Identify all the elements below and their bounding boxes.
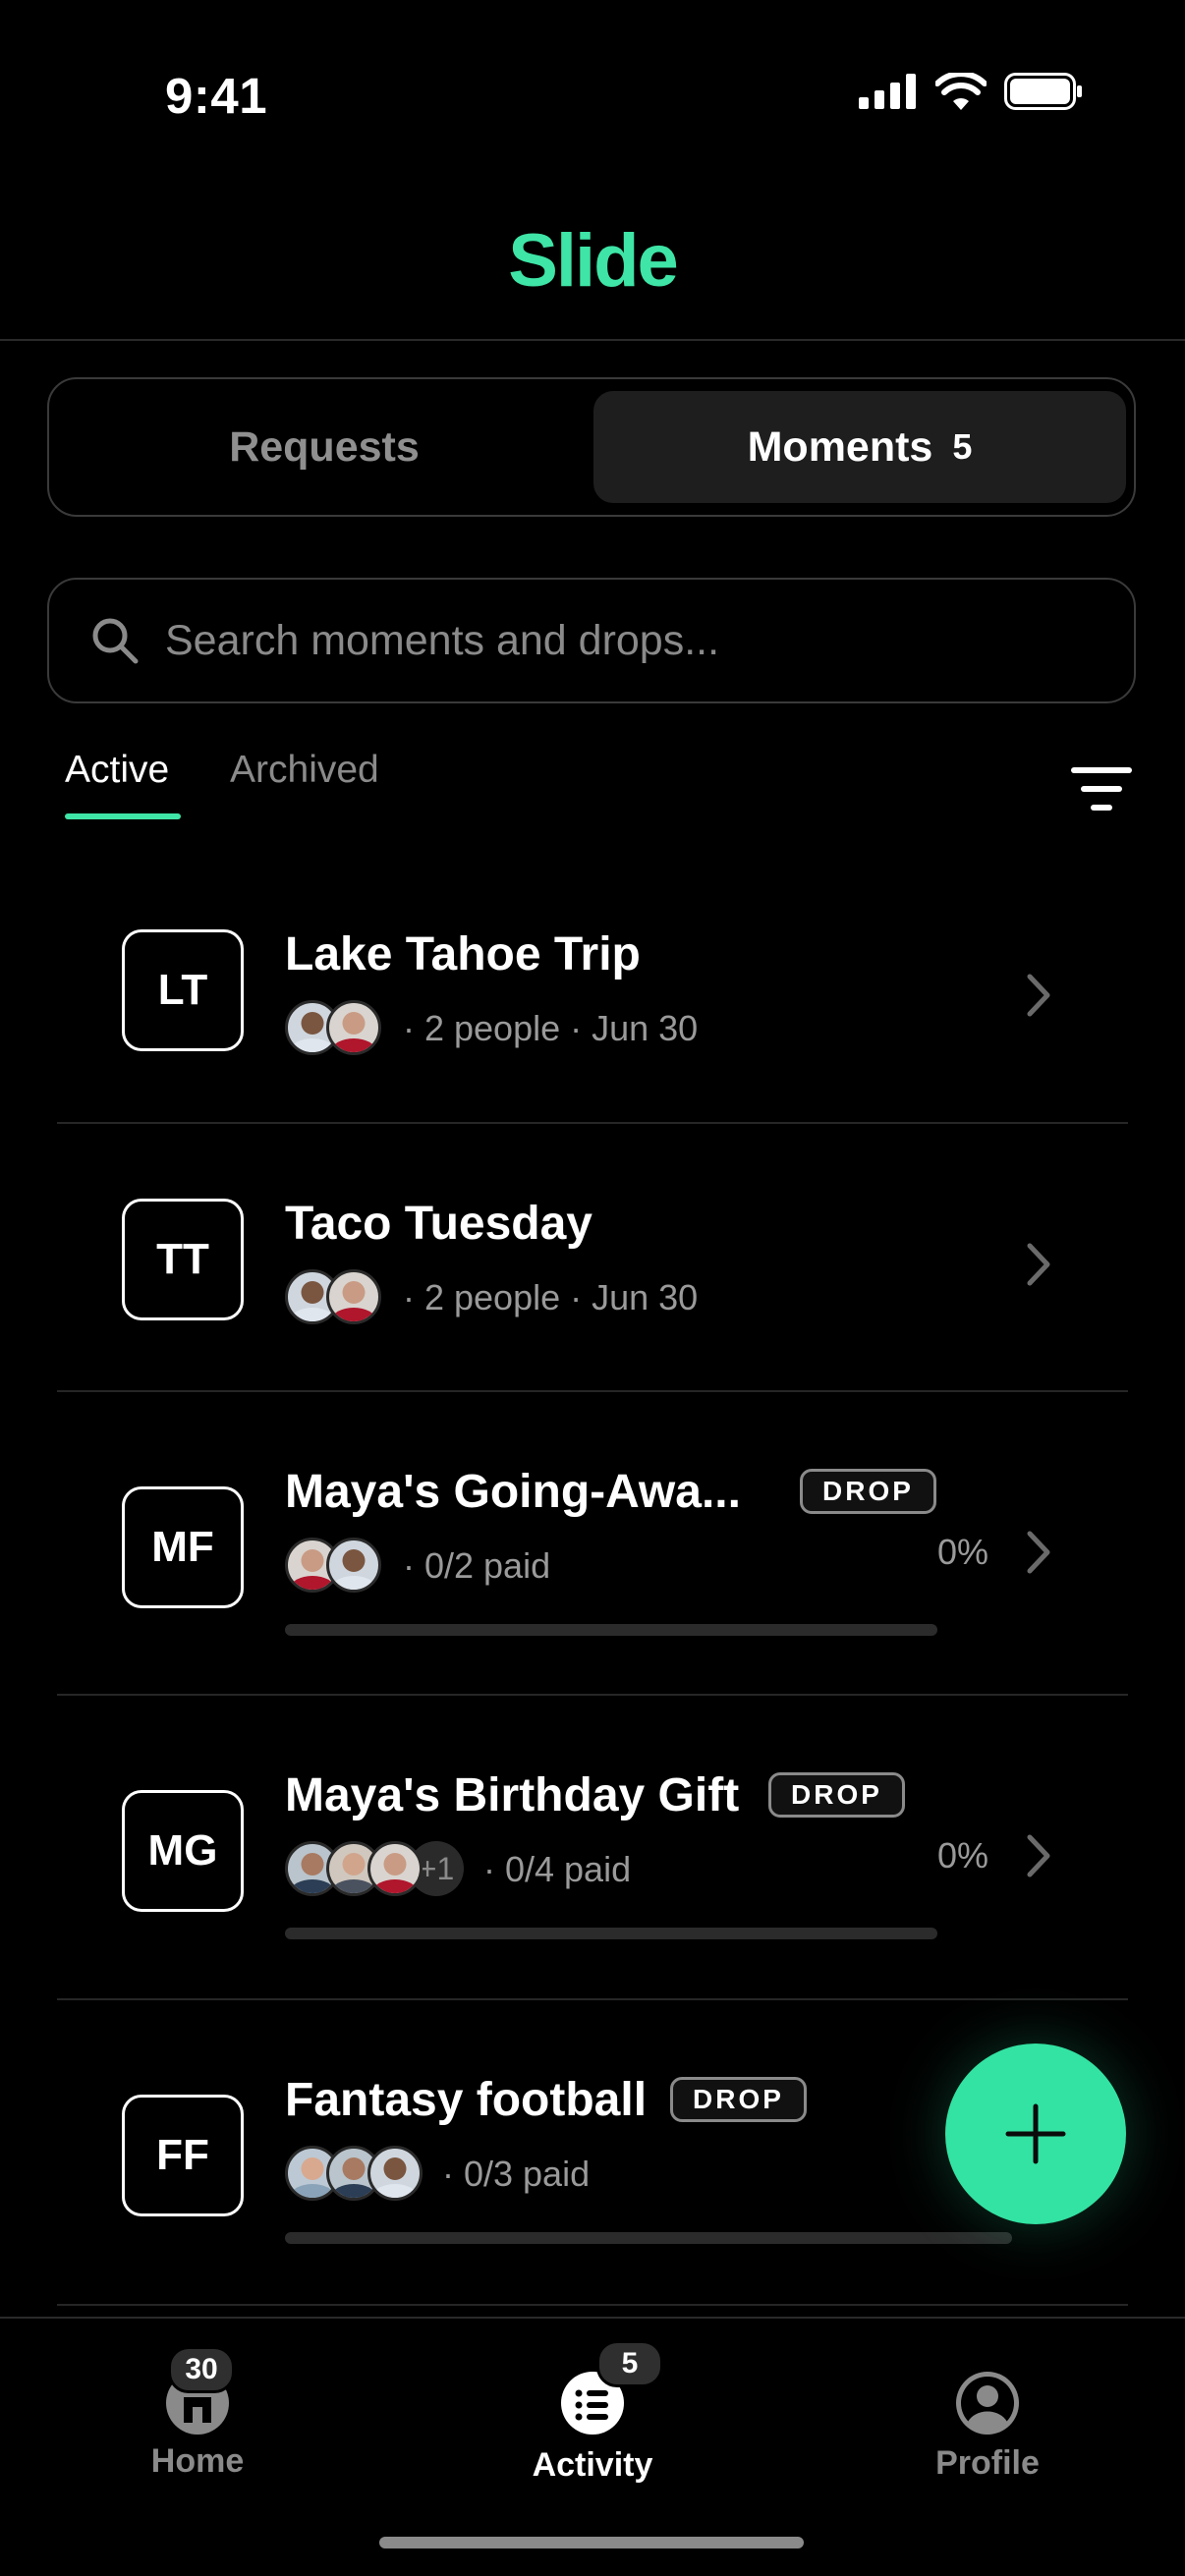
status-icons [859,73,1083,110]
moment-title: Taco Tuesday [285,1198,592,1250]
tab-profile[interactable]: Profile [870,2346,1105,2484]
moment-title: Lake Tahoe Trip [285,928,641,980]
participant-avatar [326,1269,381,1324]
filter-tab-active[interactable]: Active [65,749,169,792]
chevron-right-icon [1027,974,1050,1017]
wifi-icon [935,73,987,110]
participant-avatars [285,1538,381,1593]
participant-avatars [285,1000,381,1055]
moment-title: Fantasy football [285,2074,648,2126]
progress-percent: 0% [937,1835,989,1876]
tab-home-label: Home [150,2442,245,2480]
filter-tab-archived[interactable]: Archived [230,749,379,792]
status-time: 9:41 [165,68,268,124]
plus-icon [1005,2103,1066,2164]
tab-moments-label: Moments [747,422,933,471]
tab-activity[interactable]: 5 Activity [475,2340,710,2484]
moment-initials: MF [151,1523,214,1571]
moment-row-maya-birthday-gift[interactable]: MG Maya's Birthday Gift DROP +1 · 0/4 pa… [57,1696,1128,1998]
segmented-control: Requests Moments 5 [47,377,1136,517]
home-badge: 30 [168,2346,235,2393]
drop-badge: DROP [670,2077,807,2122]
row-divider [57,2304,1128,2306]
moment-meta: · 2 people · Jun 30 [403,1008,699,1048]
profile-icon [956,2372,1019,2435]
header-divider [0,339,1185,341]
moment-initials-avatar: LT [122,929,244,1051]
participant-avatar [326,1538,381,1593]
moment-row-taco-tuesday[interactable]: TT Taco Tuesday · 2 people · Jun 30 [57,1124,1128,1389]
participant-avatar [367,2146,423,2201]
search-input[interactable] [163,615,1134,666]
moment-meta: · 0/4 paid [483,1849,632,1889]
tab-profile-label: Profile [935,2444,1040,2482]
home-indicator [379,2537,804,2548]
create-moment-button[interactable] [945,2044,1126,2224]
tab-moments[interactable]: Moments 5 [593,391,1126,503]
moment-initials: FF [156,2131,209,2179]
active-tab-indicator [65,813,181,819]
drop-badge: DROP [768,1772,905,1818]
progress-bar [285,1624,937,1636]
moment-initials: TT [156,1235,209,1283]
progress-percent: 0% [937,1532,989,1572]
search-icon [92,618,139,664]
search-bar [47,578,1136,703]
progress-bar [285,2232,1012,2244]
moment-initials-avatar: FF [122,2095,244,2216]
participant-avatar [367,1841,423,1896]
participant-avatars [285,2146,423,2201]
chevron-right-icon [1027,1243,1050,1286]
cellular-signal-icon [859,74,916,109]
chevron-right-icon [1027,1531,1050,1574]
participant-avatar [326,1000,381,1055]
tab-requests[interactable]: Requests [49,379,599,515]
moment-meta: · 2 people · Jun 30 [403,1277,699,1317]
moment-meta: · 0/2 paid [403,1545,551,1586]
moment-row-lake-tahoe[interactable]: LT Lake Tahoe Trip · 2 people · Jun 30 [57,865,1128,1120]
moment-meta: · 0/3 paid [442,2154,591,2194]
moment-initials: MG [147,1826,218,1875]
app-logo: Slide [508,219,679,303]
participant-avatars [285,1269,381,1324]
moment-initials: LT [157,966,208,1014]
moment-title: Maya's Birthday Gift [285,1769,740,1821]
tab-requests-label: Requests [229,422,420,471]
moment-initials-avatar: TT [122,1199,244,1320]
tab-activity-label: Activity [532,2446,653,2484]
participant-avatars: +1 [285,1841,464,1896]
moment-row-maya-going-away[interactable]: MF Maya's Going-Awa... DROP · 0/2 paid 0… [57,1392,1128,1693]
moment-initials-avatar: MG [122,1790,244,1912]
moment-initials-avatar: MF [122,1486,244,1608]
tab-home[interactable]: 30 Home [80,2346,315,2484]
moments-count: 5 [952,426,973,467]
activity-badge: 5 [596,2340,663,2387]
drop-badge: DROP [800,1469,936,1514]
chevron-right-icon [1027,1834,1050,1877]
tab-bar-divider [0,2317,1185,2319]
progress-bar [285,1928,937,1939]
battery-icon [1004,73,1082,110]
moment-title: Maya's Going-Awa... [285,1466,741,1518]
filter-icon[interactable] [1071,766,1132,812]
